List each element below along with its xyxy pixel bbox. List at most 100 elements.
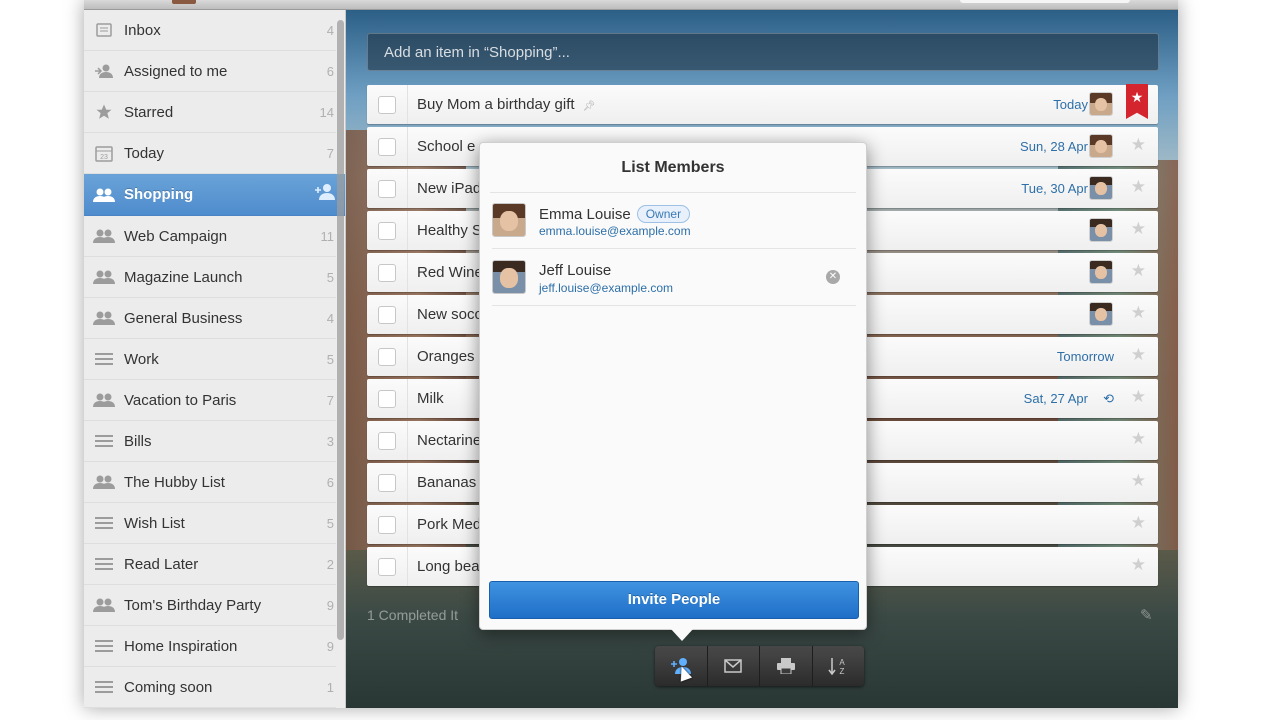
sidebar-item-label: Work [124,350,159,368]
sidebar-item-count: 9 [326,597,334,613]
sidebar-item-general-business[interactable]: General Business 4 [84,298,336,339]
task-checkbox[interactable] [378,347,396,366]
task-title: School e [417,138,476,155]
sidebar-item-label: Inbox [124,21,161,39]
avatar [492,203,526,237]
task-title: Nectarine [417,432,482,449]
sidebar: Inbox 4 Assigned to me 6 Starred 14 23 T… [84,10,346,708]
list-icon [84,557,124,571]
sidebar-item-starred[interactable]: Starred 14 [84,92,336,133]
sidebar-item-work[interactable]: Work 5 [84,339,336,380]
task-checkbox[interactable] [378,515,396,534]
sidebar-item-count: 6 [326,63,334,79]
sidebar-item-toms-birthday[interactable]: Tom's Birthday Party 9 [84,585,336,626]
svg-text:A: A [840,658,846,667]
popover-arrow [670,628,694,641]
sidebar-item-count: 5 [326,351,334,367]
sidebar-item-shopping[interactable]: Shopping [84,174,345,216]
add-item-input[interactable]: Add an item in “Shopping”... [367,33,1159,71]
assigned-user-icon [84,63,124,79]
sidebar-item-hubby-list[interactable]: The Hubby List 6 [84,462,336,503]
pin-icon: 📌︎ [582,101,596,112]
email-icon[interactable] [708,646,760,686]
sidebar-item-read-later[interactable]: Read Later 2 [84,544,336,585]
sidebar-item-count: 7 [326,392,334,408]
shared-list-icon [84,597,124,613]
task-row[interactable]: Buy Mom a birthday gift 📌︎ Today ★ [367,84,1158,124]
star-icon[interactable]: ★ [1131,261,1146,281]
star-icon[interactable]: ★ [1131,303,1146,323]
star-icon[interactable]: ★ [1131,177,1146,197]
member-email[interactable]: jeff.louise@example.com [539,281,673,295]
sidebar-item-count: 5 [326,515,334,531]
task-checkbox[interactable] [378,431,396,450]
task-title: New iPad [417,180,482,197]
task-checkbox[interactable] [378,263,396,282]
task-checkbox[interactable] [378,305,396,324]
sidebar-item-wish-list[interactable]: Wish List 5 [84,503,336,544]
shared-list-icon [84,392,124,408]
sidebar-item-today[interactable]: 23 Today 7 [84,133,336,174]
sidebar-item-label: Today [124,144,165,162]
sidebar-item-label: The Hubby List [124,473,225,491]
star-icon[interactable]: ★ [1131,555,1146,575]
sidebar-item-count: 14 [319,104,334,120]
title-bar [84,0,1178,10]
task-checkbox[interactable] [378,473,396,492]
sidebar-item-label: Vacation to Paris [124,391,237,409]
sidebar-item-count: 4 [326,310,334,326]
sidebar-item-count: 4 [326,22,334,38]
star-icon[interactable]: ★ [1131,135,1146,155]
sidebar-scrollbar[interactable] [337,20,344,640]
inbox-icon [84,22,124,38]
owner-badge: Owner [636,205,691,223]
task-checkbox[interactable] [378,137,396,156]
sidebar-item-label: Home Inspiration [124,637,238,655]
sidebar-item-count: 2 [326,556,334,572]
popover-title: List Members [621,159,725,176]
task-due-date: Sun, 28 Apr [1020,139,1088,154]
completed-items-toggle[interactable]: 1 Completed It [367,607,458,623]
task-checkbox[interactable] [378,221,396,240]
task-checkbox[interactable] [378,179,396,198]
sidebar-item-label: Assigned to me [124,62,228,80]
member-row: Jeff Louise jeff.louise@example.com ✕ [492,250,856,306]
repeat-icon: ⟲ [1103,390,1114,406]
task-title: Red Wine [417,264,483,281]
star-icon[interactable]: ★ [1131,345,1146,365]
member-email[interactable]: emma.louise@example.com [539,224,691,238]
sidebar-item-count: 3 [326,433,334,449]
member-row: Emma Louise Owner emma.louise@example.com [492,193,856,249]
task-due-date: Tomorrow [1056,349,1114,364]
task-title: Healthy S [417,222,483,239]
sidebar-item-vacation-paris[interactable]: Vacation to Paris 7 [84,380,336,421]
remove-member-icon[interactable]: ✕ [826,270,840,284]
star-icon[interactable]: ★ [1131,471,1146,491]
assignee-avatar [1089,176,1113,200]
sidebar-item-inbox[interactable]: Inbox 4 [84,10,336,51]
sidebar-item-bills[interactable]: Bills 3 [84,421,336,462]
sidebar-item-magazine-launch[interactable]: Magazine Launch 5 [84,257,336,298]
star-icon[interactable]: ★ [1131,387,1146,407]
star-icon[interactable]: ★ [1131,513,1146,533]
user-avatar[interactable] [172,0,196,4]
sidebar-item-assigned[interactable]: Assigned to me 6 [84,51,336,92]
task-due-date: Sat, 27 Apr [1023,391,1088,406]
edit-icon[interactable]: ✎ [1140,606,1156,624]
star-flag-icon[interactable]: ★ [1126,84,1148,119]
task-checkbox[interactable] [378,389,396,408]
task-checkbox[interactable] [378,95,396,114]
print-icon[interactable] [760,646,813,686]
task-title: Long bea [417,558,480,575]
assignee-avatar [1089,92,1113,116]
sidebar-item-web-campaign[interactable]: Web Campaign 11 [84,216,336,257]
star-icon[interactable]: ★ [1131,429,1146,449]
task-checkbox[interactable] [378,557,396,576]
sidebar-item-coming-soon[interactable]: Coming soon 1 [84,667,336,708]
star-icon[interactable]: ★ [1131,219,1146,239]
sidebar-item-home-inspiration[interactable]: Home Inspiration 9 [84,626,336,667]
svg-text:Z: Z [840,667,845,675]
invite-people-button[interactable]: Invite People [489,581,859,619]
sort-icon[interactable]: AZ [813,646,865,686]
search-field[interactable] [960,0,1130,3]
